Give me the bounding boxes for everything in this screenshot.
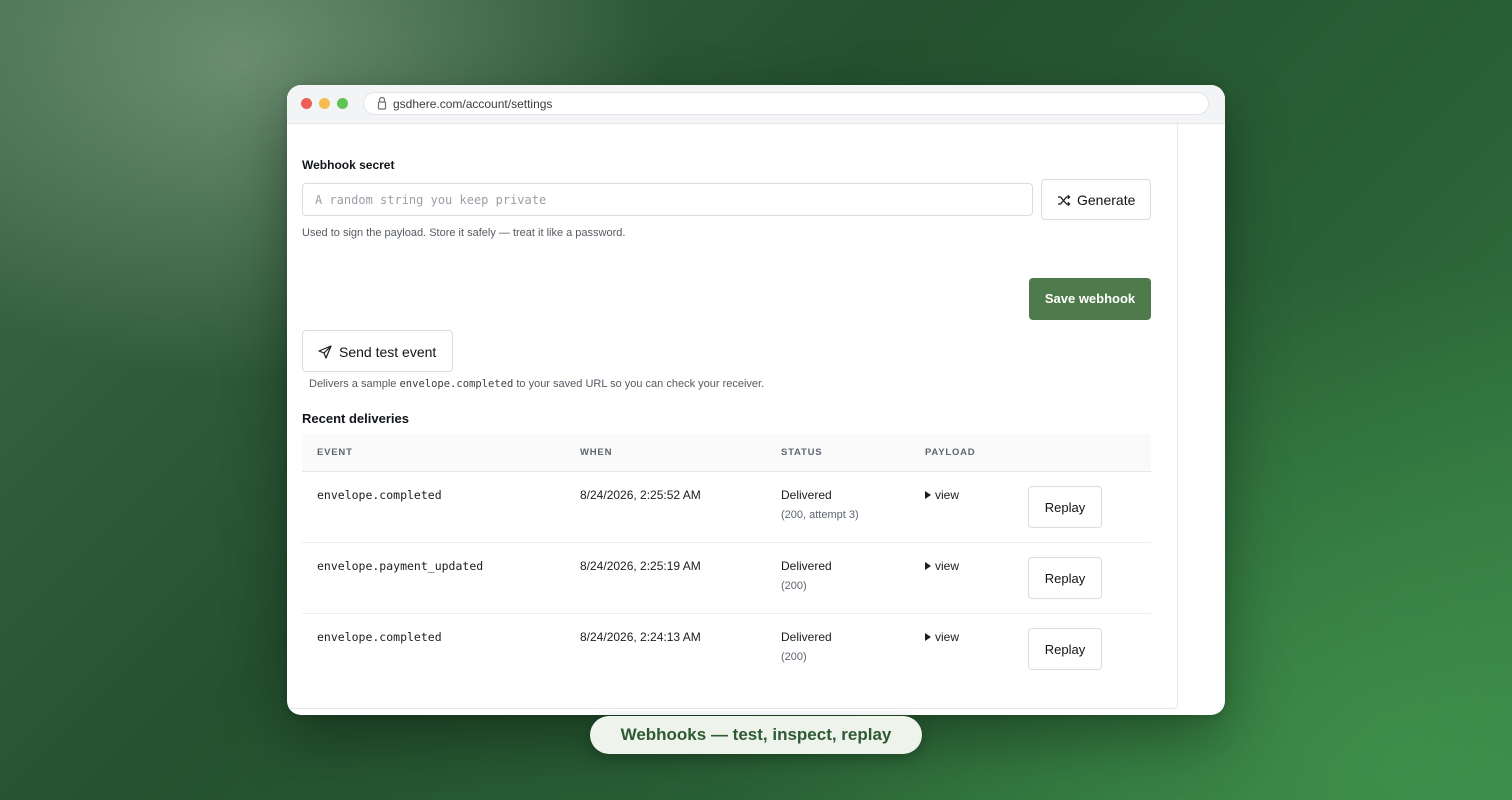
delivery-row: envelope.payment_updated 8/24/2026, 2:25…: [302, 543, 1151, 614]
send-test-event-label: Send test event: [339, 344, 437, 360]
shuffle-icon: [1058, 194, 1071, 207]
generate-button[interactable]: Generate: [1041, 179, 1151, 220]
test-hint-event-code: envelope.completed: [399, 378, 514, 390]
send-test-event-button[interactable]: Send test event: [302, 330, 453, 372]
feature-caption-text: Webhooks — test, inspect, replay: [620, 725, 892, 744]
lock-icon: [377, 96, 387, 110]
delivery-event: envelope.payment_updated: [317, 559, 484, 573]
test-hint-suffix: to your saved URL so you can check your …: [516, 378, 765, 390]
payload-view-toggle[interactable]: view: [925, 559, 959, 573]
column-header-event: EVENT: [317, 447, 353, 458]
delivery-event: envelope.completed: [317, 488, 442, 502]
test-hint-prefix: Delivers a sample: [309, 378, 397, 390]
webhook-secret-hint: Used to sign the payload. Store it safel…: [302, 227, 626, 239]
delivery-row: envelope.completed 8/24/2026, 2:25:52 AM…: [302, 472, 1151, 543]
payload-view-label: view: [935, 559, 960, 573]
delivery-status-detail: (200, attempt 3): [781, 509, 859, 521]
save-webhook-button[interactable]: Save webhook: [1029, 278, 1151, 320]
expand-triangle-icon: [925, 562, 931, 570]
send-icon: [318, 345, 332, 359]
generate-label: Generate: [1077, 192, 1136, 208]
replay-label: Replay: [1044, 500, 1086, 515]
deliveries-table-header: EVENT WHEN STATUS PAYLOAD: [302, 434, 1151, 472]
feature-caption: Webhooks — test, inspect, replay: [590, 716, 922, 754]
delivery-when: 8/24/2026, 2:25:52 AM: [580, 488, 701, 502]
minimize-window-button[interactable]: [319, 98, 330, 109]
column-header-payload: PAYLOAD: [925, 447, 976, 458]
save-webhook-label: Save webhook: [1044, 291, 1136, 306]
browser-titlebar: gsdhere.com/account/settings: [287, 85, 1225, 124]
url-text: gsdhere.com/account/settings: [393, 97, 553, 111]
payload-view-toggle[interactable]: view: [925, 630, 959, 644]
delivery-status-detail: (200): [781, 580, 807, 592]
delivery-row: envelope.completed 8/24/2026, 2:24:13 AM…: [302, 614, 1151, 684]
column-header-status: STATUS: [781, 447, 823, 458]
delivery-status: Delivered: [781, 488, 832, 502]
close-window-button[interactable]: [301, 98, 312, 109]
expand-triangle-icon: [925, 633, 931, 641]
column-header-when: WHEN: [580, 447, 613, 458]
delivery-when: 8/24/2026, 2:25:19 AM: [580, 559, 701, 573]
delivery-when: 8/24/2026, 2:24:13 AM: [580, 630, 701, 644]
payload-view-toggle[interactable]: view: [925, 488, 959, 502]
test-event-hint: Delivers a sample envelope.completed to …: [309, 378, 764, 390]
replay-button[interactable]: Replay: [1028, 486, 1102, 528]
delivery-status: Delivered: [781, 630, 832, 644]
payload-view-label: view: [935, 488, 960, 502]
replay-button[interactable]: Replay: [1028, 557, 1102, 599]
browser-window: gsdhere.com/account/settings Webhook sec…: [287, 85, 1225, 715]
expand-triangle-icon: [925, 491, 931, 499]
recent-deliveries-title: Recent deliveries: [302, 411, 409, 426]
delivery-status: Delivered: [781, 559, 832, 573]
replay-label: Replay: [1044, 571, 1086, 586]
delivery-status-detail: (200): [781, 651, 807, 663]
address-bar[interactable]: gsdhere.com/account/settings: [363, 92, 1209, 115]
replay-label: Replay: [1044, 642, 1086, 657]
delivery-event: envelope.completed: [317, 630, 442, 644]
maximize-window-button[interactable]: [337, 98, 348, 109]
webhook-secret-input[interactable]: [302, 183, 1033, 216]
payload-view-label: view: [935, 630, 960, 644]
settings-panel: Webhook secret Generate Used to sign the…: [287, 124, 1178, 709]
replay-button[interactable]: Replay: [1028, 628, 1102, 670]
webhook-secret-label: Webhook secret: [302, 158, 395, 172]
